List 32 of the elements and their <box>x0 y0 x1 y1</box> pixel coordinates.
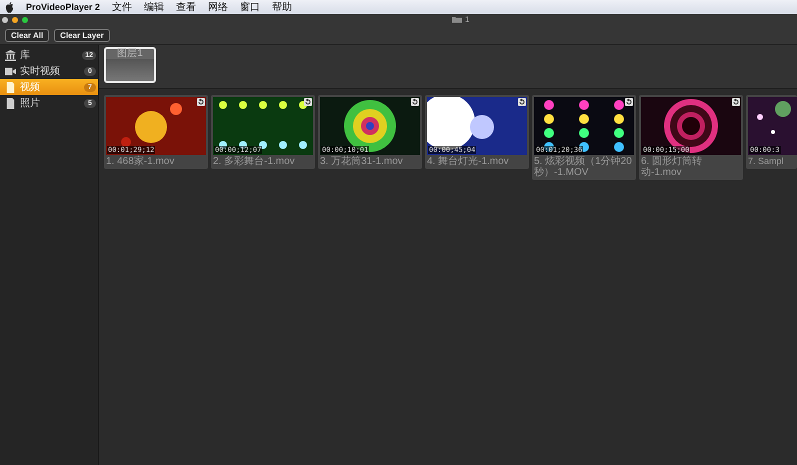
menu-item[interactable]: 窗口 <box>240 0 260 14</box>
toolbar-button[interactable]: Clear Layer <box>54 28 110 42</box>
folder-icon <box>452 16 462 23</box>
clip-name: 6. 圆形灯筒转动-1.mov <box>641 156 704 178</box>
loop-icon[interactable] <box>732 98 740 106</box>
camera-icon <box>5 66 16 76</box>
clip-name: 7. Sampl <box>748 156 785 167</box>
document-icon <box>5 98 16 108</box>
loop-icon[interactable] <box>518 98 526 106</box>
document-icon <box>5 82 16 92</box>
loop-icon[interactable] <box>625 98 633 106</box>
app-name-menu[interactable]: ProVideoPlayer 2 <box>26 2 100 12</box>
toolbar-button[interactable]: Clear All <box>5 28 50 42</box>
minimize-button[interactable] <box>12 17 18 23</box>
clip-name: 1. 468家-1.mov <box>106 156 176 167</box>
loop-icon[interactable] <box>411 98 419 106</box>
clip-name: 5. 炫彩视频（1分钟20秒）-1.MOV <box>534 156 633 178</box>
menu-item[interactable]: 文件 <box>112 0 132 14</box>
menu-item[interactable]: 查看 <box>176 0 196 14</box>
clip-name: 3. 万花筒31-1.mov <box>320 156 404 167</box>
bank-icon <box>5 50 16 60</box>
menu-item[interactable]: 编辑 <box>144 0 164 14</box>
zoom-button[interactable] <box>22 17 28 23</box>
menu-item[interactable]: 网络 <box>208 0 228 14</box>
window-title: 1 <box>465 15 470 24</box>
apple-icon[interactable] <box>5 2 14 12</box>
close-button[interactable] <box>2 17 8 23</box>
menu-item[interactable]: 帮助 <box>272 0 292 14</box>
loop-icon[interactable] <box>197 98 205 106</box>
loop-icon[interactable] <box>304 98 312 106</box>
clip-name: 4. 舞台灯光-1.mov <box>427 156 510 167</box>
clip-name: 2. 多彩舞台-1.mov <box>213 156 296 167</box>
